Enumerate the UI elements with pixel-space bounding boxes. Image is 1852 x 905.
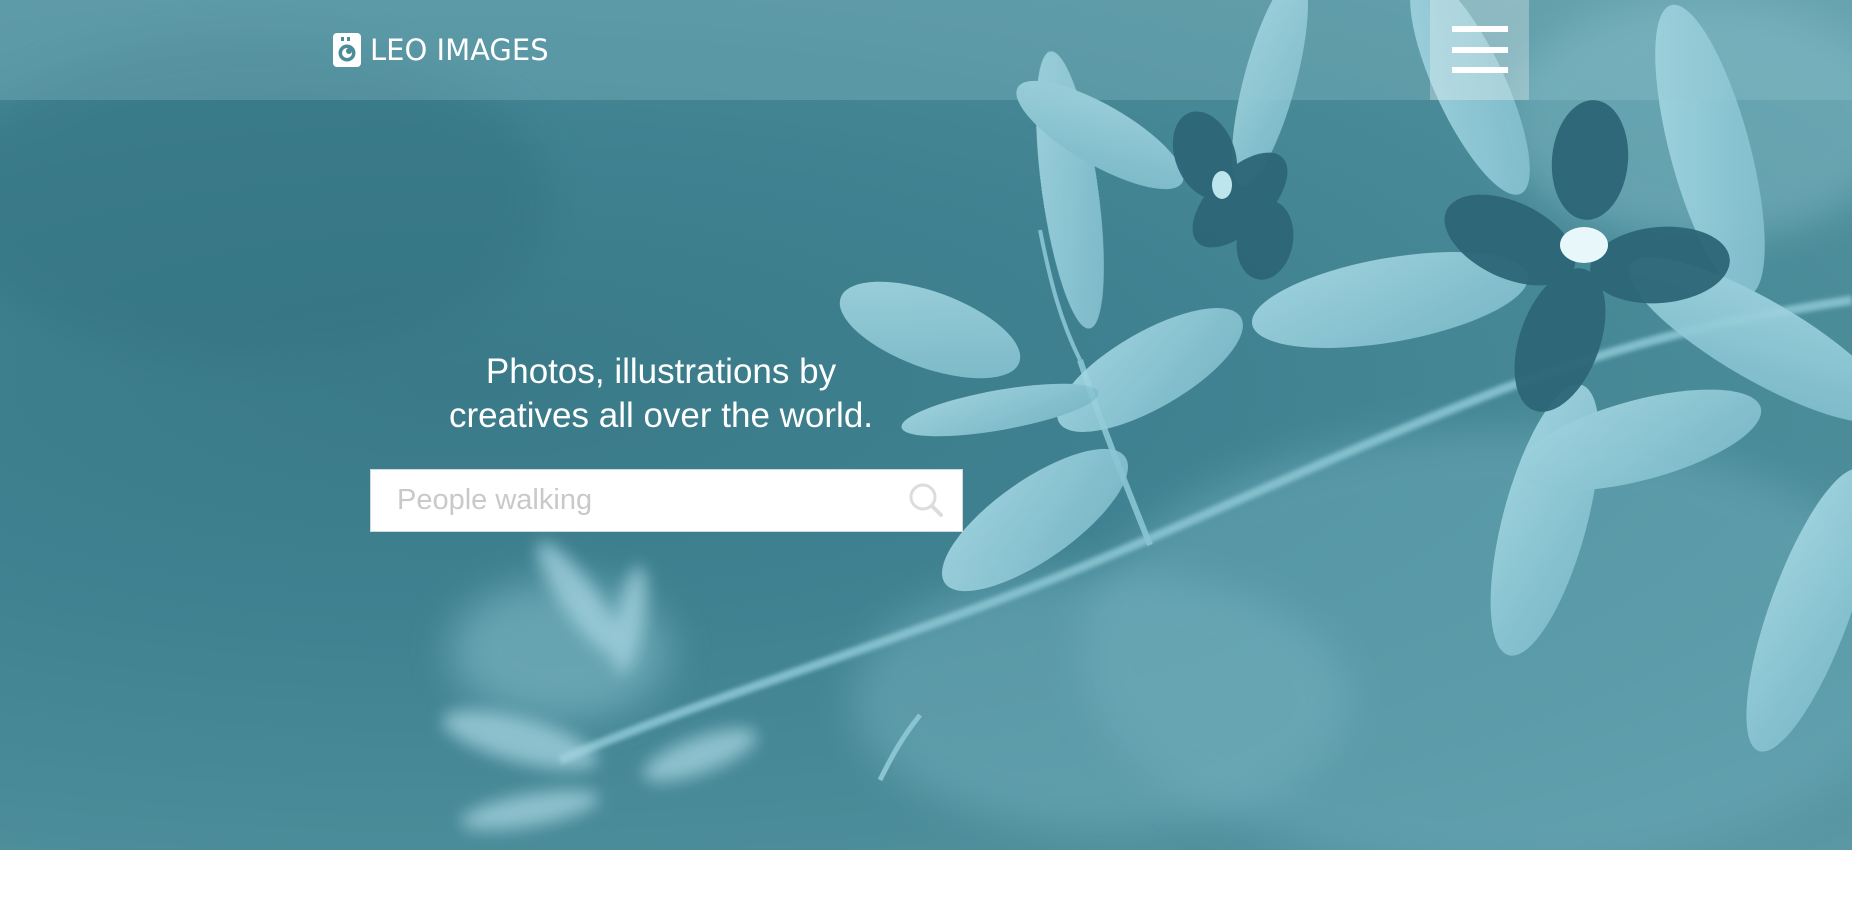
hamburger-menu-button[interactable] bbox=[1430, 0, 1529, 100]
brand-name: LEO IMAGES bbox=[370, 33, 549, 67]
headline-line-2: creatives all over the world. bbox=[448, 396, 874, 435]
search-icon[interactable] bbox=[906, 480, 946, 520]
hero-section: LEO IMAGES Photos, illustrations by crea… bbox=[0, 0, 1852, 850]
camera-logo-icon bbox=[333, 33, 361, 67]
headline-line-1: Photos, illustrations by bbox=[485, 352, 837, 391]
search-input[interactable] bbox=[397, 470, 887, 531]
top-navigation-bar: LEO IMAGES bbox=[0, 0, 1852, 100]
search-bar bbox=[370, 469, 963, 532]
hero-headline: Photos, illustrations by creatives all o… bbox=[371, 350, 951, 438]
brand-logo[interactable]: LEO IMAGES bbox=[332, 30, 549, 70]
